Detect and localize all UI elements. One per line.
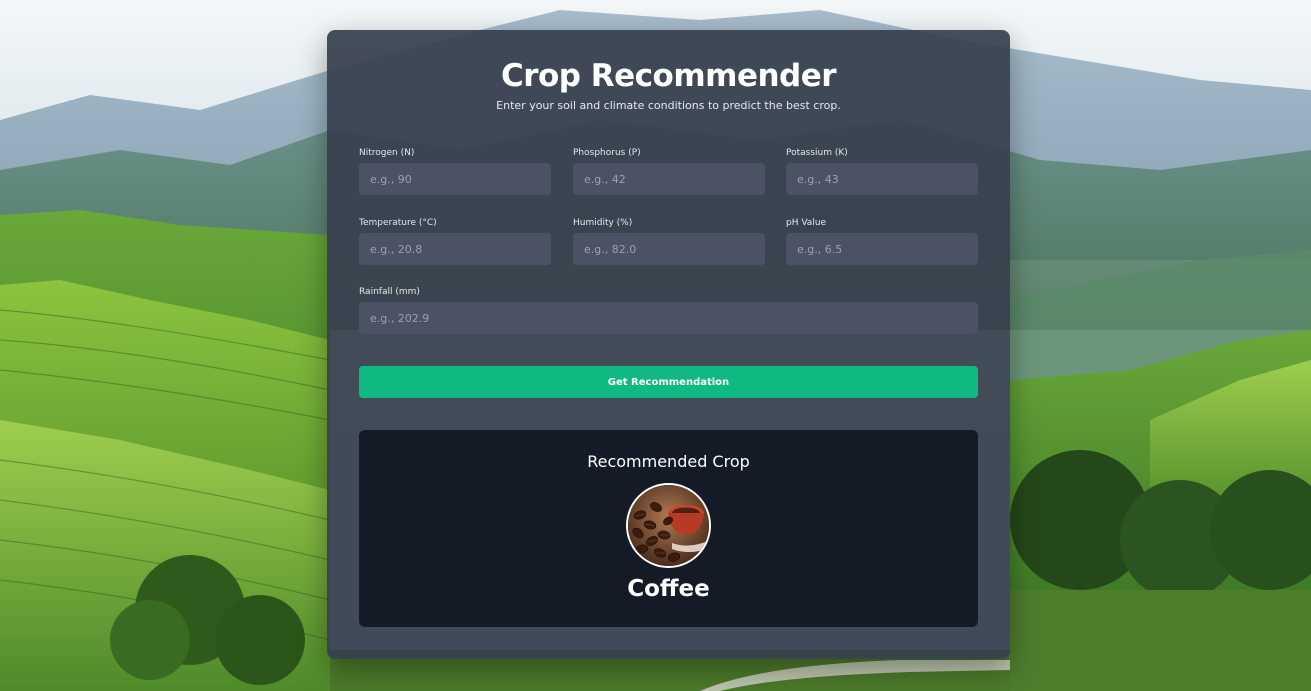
field-rainfall: Rainfall (mm) [359, 287, 978, 334]
nitrogen-label: Nitrogen (N) [359, 148, 415, 158]
field-ph: pH Value [786, 218, 978, 265]
coffee-beans-image [626, 483, 711, 568]
ph-input[interactable] [786, 233, 978, 265]
field-nitrogen: Nitrogen (N) [359, 148, 551, 195]
field-temperature: Temperature (°C) [359, 218, 551, 265]
page-subtitle: Enter your soil and climate conditions t… [496, 99, 841, 112]
phosphorus-input[interactable] [573, 163, 765, 195]
humidity-label: Humidity (%) [573, 218, 633, 228]
field-potassium: Potassium (K) [786, 148, 978, 195]
potassium-label: Potassium (K) [786, 148, 848, 158]
recommended-crop-name: Coffee [627, 576, 710, 602]
rainfall-label: Rainfall (mm) [359, 287, 420, 297]
field-phosphorus: Phosphorus (P) [573, 148, 765, 195]
recommender-card: Crop Recommender Enter your soil and cli… [327, 30, 1010, 659]
phosphorus-label: Phosphorus (P) [573, 148, 641, 158]
result-title: Recommended Crop [587, 452, 750, 471]
potassium-input[interactable] [786, 163, 978, 195]
get-recommendation-button[interactable]: Get Recommendation [359, 366, 978, 398]
field-humidity: Humidity (%) [573, 218, 765, 265]
result-panel: Recommended Crop Coffee [359, 430, 978, 627]
humidity-input[interactable] [573, 233, 765, 265]
page-title: Crop Recommender [500, 58, 837, 94]
temperature-label: Temperature (°C) [359, 218, 437, 228]
rainfall-input[interactable] [359, 302, 978, 334]
ph-label: pH Value [786, 218, 827, 228]
temperature-input[interactable] [359, 233, 551, 265]
nitrogen-input[interactable] [359, 163, 551, 195]
